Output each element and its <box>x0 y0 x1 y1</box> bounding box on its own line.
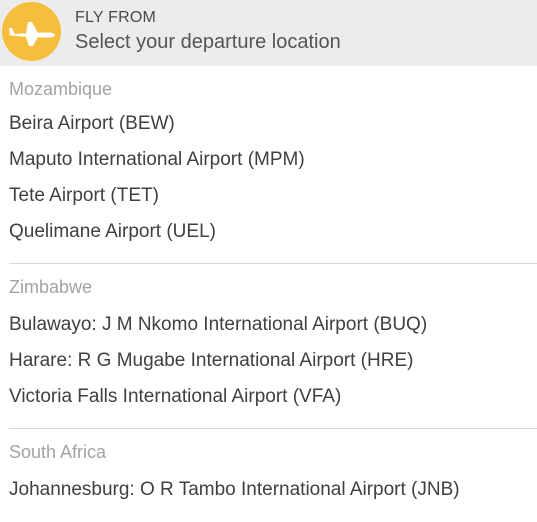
airport-option-uel[interactable]: Quelimane Airport (UEL) <box>0 214 537 250</box>
country-heading-mozambique: Mozambique <box>9 79 113 99</box>
airport-option-bew[interactable]: Beira Airport (BEW) <box>0 106 537 142</box>
group-divider <box>9 428 537 429</box>
airport-option-hre[interactable]: Harare: R G Mugabe International Airport… <box>0 343 537 379</box>
airplane-icon <box>2 2 61 61</box>
airport-group-south-africa: Johannesburg: O R Tambo International Ai… <box>0 472 537 508</box>
group-divider <box>9 263 537 264</box>
country-heading-south-africa: South Africa <box>9 442 107 462</box>
airport-option-buq[interactable]: Bulawayo: J M Nkomo International Airpor… <box>0 307 537 343</box>
airport-option-mpm[interactable]: Maputo International Airport (MPM) <box>0 142 537 178</box>
airport-option-tet[interactable]: Tete Airport (TET) <box>0 178 537 214</box>
fly-from-label: FLY FROM <box>75 9 157 26</box>
airport-option-vfa[interactable]: Victoria Falls International Airport (VF… <box>0 379 537 415</box>
airport-list: Mozambique Beira Airport (BEW) Maputo In… <box>0 79 537 508</box>
airport-option-jnb[interactable]: Johannesburg: O R Tambo International Ai… <box>0 472 537 508</box>
airport-group-mozambique: Beira Airport (BEW) Maputo International… <box>0 106 537 250</box>
departure-prompt: Select your departure location <box>75 31 341 53</box>
country-heading-zimbabwe: Zimbabwe <box>9 277 93 297</box>
airport-group-zimbabwe: Bulawayo: J M Nkomo International Airpor… <box>0 307 537 415</box>
departure-header: FLY FROM Select your departure location <box>0 0 537 66</box>
